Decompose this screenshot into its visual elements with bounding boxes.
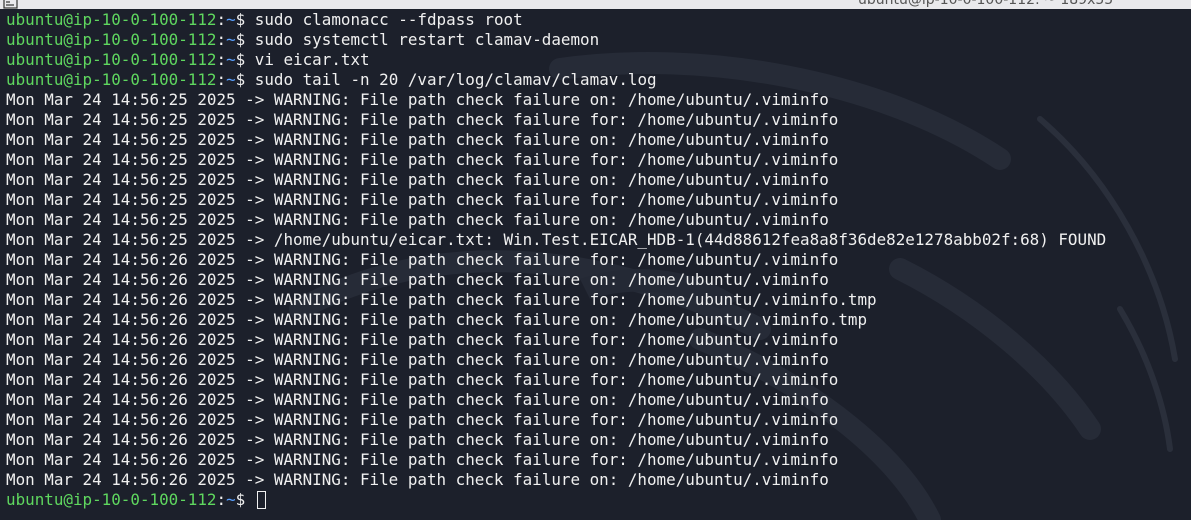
log-line: Mon Mar 24 14:56:25 2025 -> WARNING: Fil… [6, 110, 839, 129]
prompt-sign: $ [235, 70, 255, 89]
window-title: ubuntu@ip-10-0-100-112: ~ 189x55 [858, 0, 1114, 8]
prompt-separator: : [216, 50, 227, 69]
terminal-menu-icon[interactable] [3, 0, 19, 9]
prompt-user-host: ubuntu@ip-10-0-100-112 [6, 10, 217, 29]
log-line: Mon Mar 24 14:56:26 2025 -> WARNING: Fil… [6, 330, 839, 349]
prompt-sign: $ [235, 10, 255, 29]
log-line: Mon Mar 24 14:56:26 2025 -> WARNING: Fil… [6, 430, 829, 449]
log-line: Mon Mar 24 14:56:25 2025 -> WARNING: Fil… [6, 150, 839, 169]
command-text: sudo clamonacc --fdpass root [254, 10, 523, 29]
command-text: sudo tail -n 20 /var/log/clamav/clamav.l… [254, 70, 657, 89]
log-line: Mon Mar 24 14:56:25 2025 -> WARNING: Fil… [6, 210, 829, 229]
prompt-user-host: ubuntu@ip-10-0-100-112 [6, 70, 217, 89]
command-text: vi eicar.txt [254, 50, 370, 69]
prompt-path: ~ [226, 30, 236, 49]
prompt-path: ~ [226, 70, 236, 89]
log-line: Mon Mar 24 14:56:26 2025 -> WARNING: Fil… [6, 290, 877, 309]
log-line: Mon Mar 24 14:56:25 2025 -> WARNING: Fil… [6, 170, 829, 189]
prompt-separator: : [216, 70, 227, 89]
prompt-sign: $ [235, 30, 255, 49]
log-line: Mon Mar 24 14:56:26 2025 -> WARNING: Fil… [6, 310, 868, 329]
prompt-path: ~ [226, 10, 236, 29]
prompt-separator: : [216, 490, 227, 509]
command-text: sudo systemctl restart clamav-daemon [254, 30, 600, 49]
window-titlebar[interactable]: ubuntu@ip-10-0-100-112: ~ 189x55 [0, 0, 1191, 9]
prompt-user-host: ubuntu@ip-10-0-100-112 [6, 30, 217, 49]
log-line: Mon Mar 24 14:56:26 2025 -> WARNING: Fil… [6, 470, 829, 489]
text-cursor[interactable] [256, 491, 266, 509]
command-line: ubuntu@ip-10-0-100-112:~$ sudo tail -n 2… [6, 70, 1106, 90]
active-prompt-line[interactable]: ubuntu@ip-10-0-100-112:~$ [6, 490, 1106, 510]
prompt-separator: : [216, 10, 227, 29]
prompt-user-host: ubuntu@ip-10-0-100-112 [6, 490, 217, 509]
log-line: Mon Mar 24 14:56:26 2025 -> WARNING: Fil… [6, 410, 839, 429]
terminal-output: ubuntu@ip-10-0-100-112:~$ sudo clamonacc… [6, 10, 1106, 510]
prompt-sign: $ [235, 490, 255, 509]
log-line: Mon Mar 24 14:56:25 2025 -> WARNING: Fil… [6, 130, 829, 149]
log-line: Mon Mar 24 14:56:26 2025 -> WARNING: Fil… [6, 450, 839, 469]
log-line: Mon Mar 24 14:56:25 2025 -> WARNING: Fil… [6, 90, 829, 109]
prompt-user-host: ubuntu@ip-10-0-100-112 [6, 50, 217, 69]
log-line: Mon Mar 24 14:56:26 2025 -> WARNING: Fil… [6, 250, 839, 269]
prompt-path: ~ [226, 490, 236, 509]
command-line: ubuntu@ip-10-0-100-112:~$ vi eicar.txt [6, 50, 1106, 70]
command-line: ubuntu@ip-10-0-100-112:~$ sudo clamonacc… [6, 10, 1106, 30]
log-line: Mon Mar 24 14:56:25 2025 -> WARNING: Fil… [6, 190, 839, 209]
terminal-viewport[interactable]: ubuntu@ip-10-0-100-112:~$ sudo clamonacc… [0, 9, 1191, 520]
log-line: Mon Mar 24 14:56:26 2025 -> WARNING: Fil… [6, 390, 829, 409]
prompt-path: ~ [226, 50, 236, 69]
prompt-separator: : [216, 30, 227, 49]
log-line: Mon Mar 24 14:56:26 2025 -> WARNING: Fil… [6, 350, 829, 369]
prompt-sign: $ [235, 50, 255, 69]
command-line: ubuntu@ip-10-0-100-112:~$ sudo systemctl… [6, 30, 1106, 50]
log-line-found: Mon Mar 24 14:56:25 2025 -> /home/ubuntu… [6, 230, 1107, 249]
log-line: Mon Mar 24 14:56:26 2025 -> WARNING: Fil… [6, 370, 839, 389]
log-line: Mon Mar 24 14:56:26 2025 -> WARNING: Fil… [6, 270, 829, 289]
